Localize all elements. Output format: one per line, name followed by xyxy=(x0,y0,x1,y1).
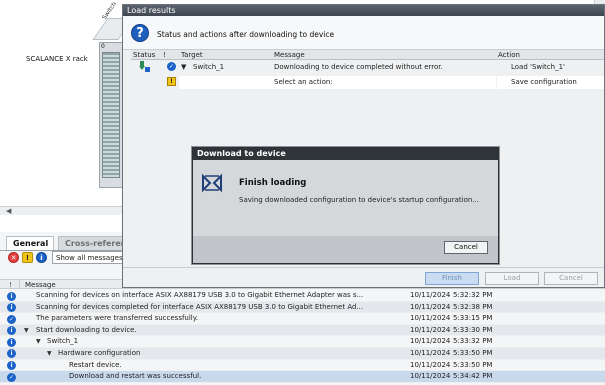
log-time: 5:32:38 PM xyxy=(453,302,493,311)
hourglass-icon xyxy=(202,173,222,193)
log-message: Scanning for devices completed for inter… xyxy=(36,302,364,311)
load-results-subtitle: Status and actions after downloading to … xyxy=(157,30,335,39)
success-check-icon: ✓ xyxy=(7,314,16,324)
horizontal-scrollbar[interactable]: ◀ xyxy=(0,206,122,215)
column-status[interactable]: Status xyxy=(133,51,155,59)
column-info[interactable]: ! xyxy=(163,51,166,59)
download-body: Finish loading Saving downloaded configu… xyxy=(193,160,498,236)
error-filter-icon[interactable]: ✕ xyxy=(8,252,19,263)
log-date: 10/11/2024 xyxy=(410,302,451,311)
log-message: Start downloading to device. xyxy=(36,325,137,334)
log-message: Download and restart was successful. xyxy=(69,372,202,381)
collapse-arrow-icon[interactable]: ▼ xyxy=(36,336,41,347)
log-row[interactable]: i Scanning for devices completed for int… xyxy=(0,301,605,314)
log-date: 10/11/2024 xyxy=(410,325,451,334)
info-icon: i xyxy=(7,337,16,347)
log-header-severity[interactable]: ! xyxy=(9,281,12,289)
log-time: 5:33:15 PM xyxy=(453,314,493,323)
results-target: Switch_1 xyxy=(193,63,225,71)
log-row-selected[interactable]: ✓ Download and restart was successful. 1… xyxy=(0,371,605,383)
log-list: i Scanning for devices on interface ASIX… xyxy=(0,290,605,383)
rack-label: SCALANCE X rack xyxy=(26,55,88,63)
download-status-icon xyxy=(139,61,150,72)
download-titlebar[interactable]: Download to device xyxy=(193,148,498,160)
log-date: 10/11/2024 xyxy=(410,291,451,299)
save-configuration-select[interactable]: Save configuration xyxy=(511,78,577,86)
tab-general[interactable]: General xyxy=(6,236,54,250)
log-time: 5:33:50 PM xyxy=(453,348,493,357)
results-message: Downloading to device completed without … xyxy=(274,63,443,71)
log-date: 10/11/2024 xyxy=(410,372,451,381)
log-time: 5:33:50 PM xyxy=(453,360,493,369)
collapse-arrow-icon[interactable]: ▼ xyxy=(47,348,52,359)
load-results-table: Status ! Target Message Action ✓ ▼ Switc… xyxy=(131,50,604,90)
collapse-arrow-icon[interactable]: ▼ xyxy=(24,325,29,336)
log-date: 10/11/2024 xyxy=(410,337,451,346)
load-results-header: ? Status and actions after downloading t… xyxy=(123,16,604,50)
rack-slot-number: 0 xyxy=(101,43,105,50)
log-time: 5:32:32 PM xyxy=(453,291,493,299)
load-results-titlebar[interactable]: Load results xyxy=(123,5,604,16)
download-footer: Cancel xyxy=(193,236,498,263)
log-date: 10/11/2024 xyxy=(410,360,451,369)
results-row[interactable]: ✓ ▼ Switch_1 Downloading to device compl… xyxy=(131,60,604,75)
log-date: 10/11/2024 xyxy=(410,314,451,323)
switch-module[interactable] xyxy=(102,52,120,178)
log-row[interactable]: i ▼ Hardware configuration 10/11/2024 5:… xyxy=(0,347,605,360)
log-header-message[interactable]: Message xyxy=(25,281,56,289)
scroll-left-icon[interactable]: ◀ xyxy=(6,207,11,215)
saving-status-text: Saving downloaded configuration to devic… xyxy=(239,196,479,204)
load-cancel-button[interactable]: Cancel xyxy=(544,272,598,285)
download-to-device-dialog: Download to device Finish loading Saving… xyxy=(192,147,499,264)
log-time: 5:33:32 PM xyxy=(453,337,493,346)
log-date: 10/11/2024 xyxy=(410,348,451,357)
expand-arrow-icon[interactable]: ▼ xyxy=(181,63,186,71)
warning-filter-icon[interactable]: ! xyxy=(22,252,33,263)
log-message: The parameters were transferred successf… xyxy=(36,314,199,323)
log-message: Switch_1 xyxy=(47,337,79,346)
cancel-button[interactable]: Cancel xyxy=(444,241,488,254)
column-action[interactable]: Action xyxy=(498,51,520,59)
info-icon: i xyxy=(7,361,16,371)
finish-button[interactable]: Finish xyxy=(425,272,479,285)
log-message: Restart device. xyxy=(69,360,122,369)
info-icon: i xyxy=(7,349,16,359)
column-message[interactable]: Message xyxy=(274,51,305,59)
info-icon: i xyxy=(7,303,16,313)
results-message: Select an action: xyxy=(274,78,333,86)
log-row[interactable]: ✓ The parameters were transferred succes… xyxy=(0,313,605,325)
log-message: Scanning for devices on interface ASIX A… xyxy=(36,291,364,299)
log-time: 5:33:30 PM xyxy=(453,325,493,334)
log-row[interactable]: i ▼ Start downloading to device. 10/11/2… xyxy=(0,324,605,337)
log-row[interactable]: i Scanning for devices on interface ASIX… xyxy=(0,290,605,302)
warning-icon: ! xyxy=(167,77,176,86)
results-row[interactable]: ! Select an action: Save configuration xyxy=(131,75,604,90)
column-separator[interactable] xyxy=(19,280,20,289)
results-table-header: Status ! Target Message Action xyxy=(131,50,604,60)
tab-cross-references[interactable]: Cross-referen xyxy=(58,236,128,250)
log-message: Hardware configuration xyxy=(58,348,141,357)
finish-loading-heading: Finish loading xyxy=(239,178,307,188)
results-action[interactable]: Load 'Switch_1' xyxy=(511,63,565,71)
load-button[interactable]: Load xyxy=(485,272,539,285)
empty-target-cell xyxy=(179,76,273,89)
log-row[interactable]: i ▼ Switch_1 10/11/2024 5:33:32 PM xyxy=(0,336,605,348)
info-icon: i xyxy=(7,326,16,336)
info-icon: i xyxy=(7,291,16,301)
message-filter-select[interactable]: Show all messages xyxy=(52,251,130,264)
column-target[interactable]: Target xyxy=(181,51,203,59)
log-row[interactable]: i Restart device. 10/11/2024 5:33:50 PM xyxy=(0,360,605,372)
success-check-icon: ✓ xyxy=(7,372,16,382)
load-results-footer: Finish Load Cancel xyxy=(123,267,604,287)
success-check-icon: ✓ xyxy=(167,62,176,71)
question-icon: ? xyxy=(131,24,149,42)
log-time: 5:34:42 PM xyxy=(453,372,493,381)
info-filter-icon[interactable]: i xyxy=(36,252,47,263)
